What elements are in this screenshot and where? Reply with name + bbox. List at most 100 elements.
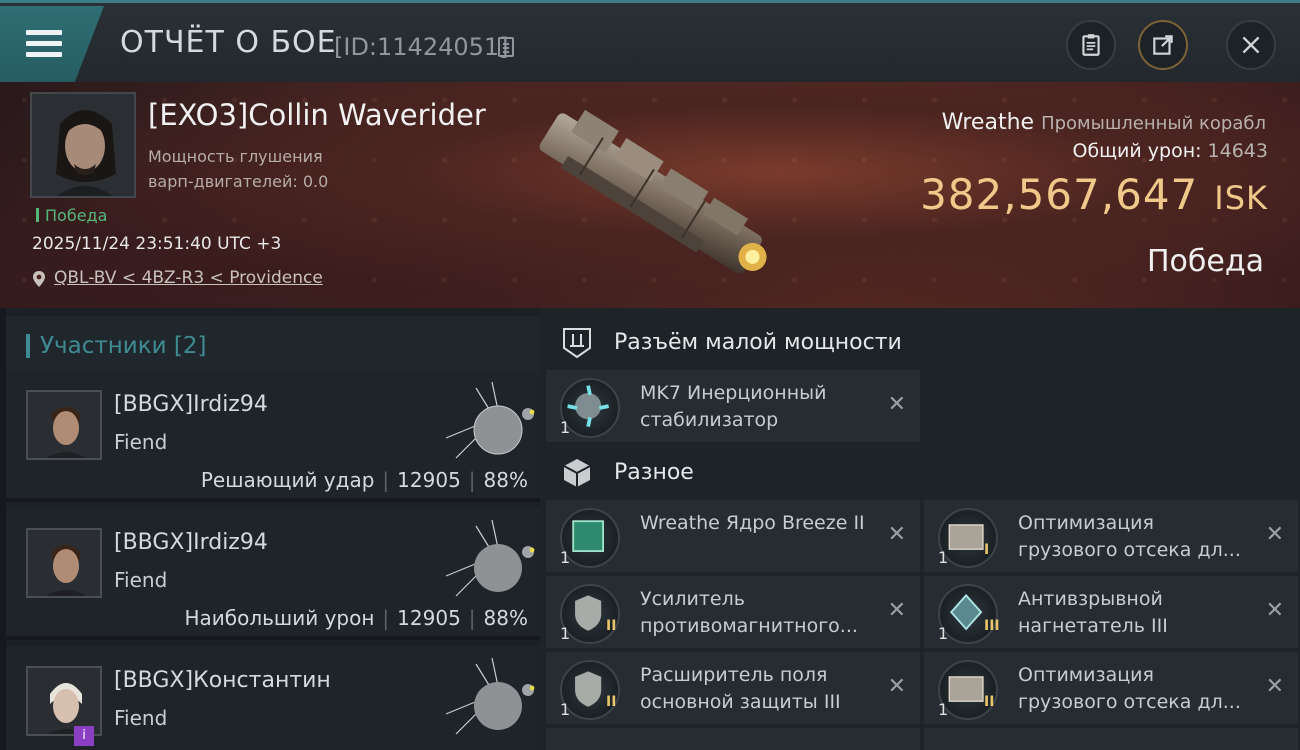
module-tier: III <box>984 618 1000 634</box>
participants-panel: Участники [2] [BBGX]Irdiz94 Fiend Решающ… <box>6 308 540 750</box>
stat-separator: | <box>468 468 476 492</box>
low-slot-icon <box>563 328 591 359</box>
module-slot[interactable]: 1 MK7 Инерционный стабилизатор ✕ <box>546 370 920 442</box>
stat-separator: | <box>382 606 390 630</box>
module-slot-partial[interactable] <box>546 728 920 750</box>
participant-name[interactable]: [BBGX]Irdiz94 <box>114 530 268 555</box>
destroyed-x-icon: ✕ <box>887 522 906 547</box>
participant-ship: Fiend <box>114 430 168 454</box>
menu-icon <box>26 30 62 58</box>
destroyed-ship-image <box>539 109 767 274</box>
menu-button[interactable] <box>0 6 104 82</box>
destroyed-x-icon: ✕ <box>887 392 906 417</box>
module-tier: II <box>606 694 617 710</box>
victor-name[interactable]: [EXO3]Collin Waverider <box>148 98 486 132</box>
module-name: Wreathe Ядро Breeze II <box>640 512 865 534</box>
page-title: ОТЧЁТ О БОЕ <box>120 25 337 60</box>
location-link[interactable]: QBL-BV < 4BZ-R3 < Providence <box>54 268 323 288</box>
warp-label-line2: варп-двигателей: 0.0 <box>148 172 329 191</box>
destroyed-x-icon: ✕ <box>1265 598 1284 623</box>
module-slot[interactable]: 1 I Оптимизация грузового отсека дл... ✕ <box>924 500 1298 572</box>
stat-separator: | <box>382 468 390 492</box>
low-slot-header: Разъём малой мощности <box>560 328 902 359</box>
isk-currency: ISK <box>1214 179 1268 217</box>
module-slot[interactable]: 1 II Оптимизация грузового отсека дл... … <box>924 652 1298 724</box>
clipboard-button[interactable] <box>1066 20 1116 70</box>
close-button[interactable] <box>1226 20 1276 70</box>
module-slot[interactable]: 1 II Усилитель противомагнитного... ✕ <box>546 576 920 648</box>
module-name: Оптимизация грузового отсека дл... <box>1018 664 1241 713</box>
participant-avatar <box>26 528 102 598</box>
cube-icon <box>563 459 591 487</box>
location-pin-icon <box>33 271 45 287</box>
module-slot-partial[interactable] <box>924 728 1298 750</box>
warp-label-line1: Мощность глушения <box>148 147 323 166</box>
total-damage-label: Общий урон: <box>1072 140 1202 162</box>
destroyed-x-icon: ✕ <box>1265 522 1284 547</box>
victory-tag: Победа <box>36 206 107 225</box>
module-tier: II <box>984 694 995 710</box>
module-tier: II <box>606 618 617 634</box>
copy-icon[interactable] <box>498 37 514 57</box>
participant-damage: 12905 <box>397 468 461 492</box>
battle-location[interactable]: QBL-BV < 4BZ-R3 < Providence <box>32 268 323 288</box>
destroyed-x-icon: ✕ <box>887 598 906 623</box>
participant-name[interactable]: [BBGX]Irdiz94 <box>114 392 268 417</box>
target-ship-name: Wreathe <box>941 110 1035 135</box>
participant-card[interactable]: [BBGX]Irdiz94 Fiend Наибольший урон | 1290… <box>6 508 540 640</box>
module-quantity: 1 <box>560 418 571 437</box>
destroyed-x-icon: ✕ <box>1265 674 1284 699</box>
participant-ship: Fiend <box>114 706 168 730</box>
participant-name[interactable]: [BBGX]Константин <box>114 668 331 693</box>
stat-separator: | <box>468 606 476 630</box>
participant-ship: Fiend <box>114 568 168 592</box>
module-slot[interactable]: 1 III Антивзрывной нагнетатель III ✕ <box>924 576 1298 648</box>
module-slot[interactable]: 1 Wreathe Ядро Breeze II ✕ <box>546 500 920 572</box>
module-name: Антивзрывной нагнетатель III <box>1018 588 1168 637</box>
top-bar: ОТЧЁТ О БОЕ [ID:11424051] <box>0 0 1300 82</box>
participant-damage: 12905 <box>397 606 461 630</box>
module-name: Усилитель противомагнитного... <box>640 588 858 637</box>
participant-role: Решающий удар <box>200 468 375 492</box>
module-name: MK7 Инерционный стабилизатор <box>640 382 827 431</box>
participant-ship-image <box>445 657 535 735</box>
clipboard-icon <box>1082 34 1100 56</box>
warp-jam-strength: Мощность глушения варп-двигателей: 0.0 <box>148 144 328 194</box>
isk-amount: 382,567,647 <box>920 170 1199 219</box>
participant-ship-image <box>445 381 535 459</box>
share-button[interactable] <box>1138 20 1188 70</box>
module-quantity: 1 <box>560 548 571 567</box>
participant-percent: 88% <box>483 468 528 492</box>
module-quantity: 1 <box>560 700 571 719</box>
module-name: Расширитель поля основной защиты III <box>640 664 841 713</box>
battle-result: Победа <box>1147 244 1264 279</box>
module-quantity: 1 <box>938 700 949 719</box>
participant-ship-image <box>445 519 535 597</box>
total-damage-value: 14643 <box>1207 140 1268 162</box>
battle-summary: [EXO3]Collin Waverider Мощность глушения… <box>0 82 1300 308</box>
target-ship-class: Промышленный корабл <box>1041 113 1266 134</box>
misc-title: Разное <box>614 460 694 485</box>
victor-avatar[interactable] <box>30 92 136 198</box>
module-quantity: 1 <box>938 624 949 643</box>
participant-card[interactable]: [BBGX]Irdiz94 Fiend Решающий удар | 12905 |… <box>6 370 540 502</box>
battle-timestamp: 2025/11/24 23:51:40 UTC +3 <box>32 234 282 254</box>
isk-value: 382,567,647 ISK <box>920 170 1268 219</box>
participant-stats: Наибольший урон | 12905 | 88% <box>184 606 528 630</box>
participants-header[interactable]: Участники [2] <box>6 316 540 372</box>
participant-percent: 88% <box>483 606 528 630</box>
share-icon <box>1153 35 1173 55</box>
module-quantity: 1 <box>560 624 571 643</box>
module-tier: I <box>984 542 990 558</box>
close-icon <box>1242 36 1260 54</box>
module-slot[interactable]: 1 II Расширитель поля основной защиты II… <box>546 652 920 724</box>
report-id: [ID:11424051] <box>334 33 509 61</box>
participant-stats: Решающий удар | 12905 | 88% <box>201 468 528 492</box>
module-quantity: 1 <box>938 548 949 567</box>
destroyed-x-icon: ✕ <box>887 674 906 699</box>
module-name: Оптимизация грузового отсека дл... <box>1018 512 1241 561</box>
target-ship[interactable]: Wreathe Промышленный корабл <box>942 110 1266 135</box>
participant-avatar <box>26 390 102 460</box>
total-damage: Общий урон: 14643 <box>1072 140 1268 162</box>
participant-role: Наибольший урон <box>184 606 375 630</box>
